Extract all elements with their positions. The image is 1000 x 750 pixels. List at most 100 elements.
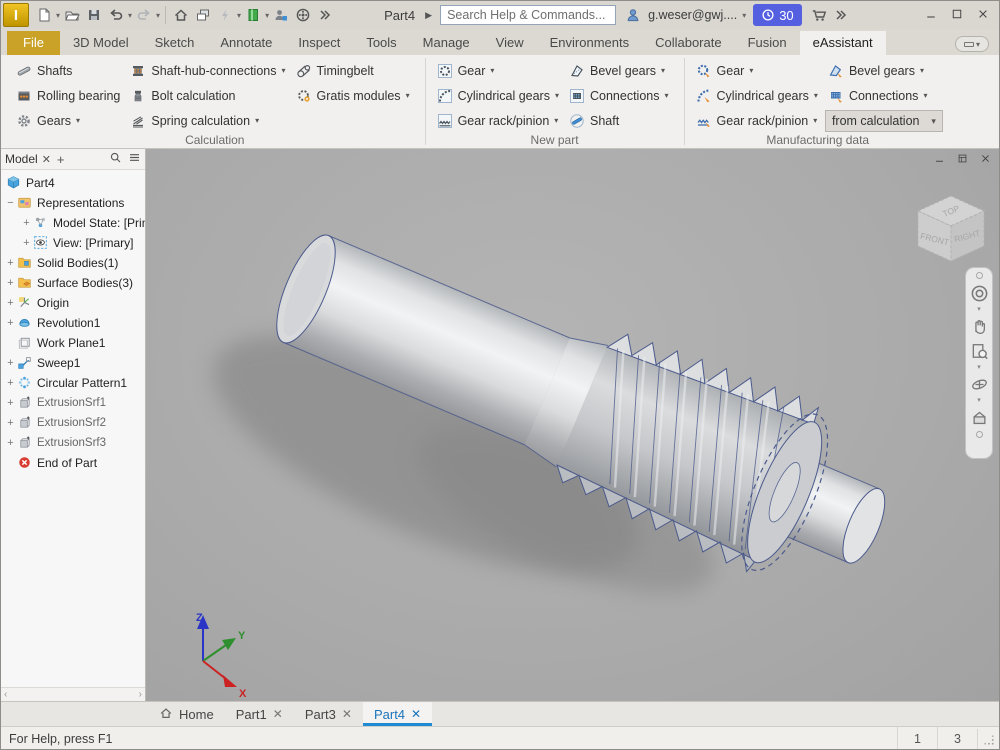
more-commands-icon[interactable] (314, 4, 336, 26)
navbar-top-dot-icon[interactable] (976, 272, 983, 279)
expander-plus-icon[interactable]: + (4, 417, 17, 429)
zoom-caret-icon[interactable]: ▾ (977, 365, 981, 370)
account-caret-icon[interactable]: ▾ (742, 11, 746, 20)
browser-horizontal-scrollbar[interactable]: ‹ › (1, 687, 145, 701)
ribbon-button-shaft[interactable]: Shaft (566, 108, 676, 133)
ribbon-button-bevel-gears[interactable]: Bevel gears▾ (566, 58, 676, 83)
expander-plus-icon[interactable]: + (4, 297, 17, 309)
document-restore-icon[interactable] (957, 152, 968, 167)
expander-plus-icon[interactable]: + (4, 437, 17, 449)
tree-item-part4[interactable]: Part4 (1, 173, 145, 193)
viewport-canvas[interactable]: TOP FRONT RIGHT Z Y X (146, 149, 999, 701)
expander-plus-icon[interactable]: + (4, 257, 17, 269)
home-icon[interactable] (170, 4, 192, 26)
ribbon-button-from-calculation[interactable]: from calculation▾ (825, 110, 943, 132)
expander-plus-icon[interactable]: + (20, 217, 33, 229)
navwheel-caret-icon[interactable]: ▾ (977, 307, 981, 312)
ribbon-button-gears[interactable]: Gears▾ (13, 108, 127, 133)
browser-search-icon[interactable] (109, 151, 122, 167)
tree-item-circular-pattern1[interactable]: +Circular Pattern1 (1, 373, 145, 393)
new-file-icon[interactable] (33, 4, 55, 26)
trial-clock-badge[interactable]: 30 (753, 4, 801, 26)
expander-plus-icon[interactable]: + (20, 237, 33, 249)
material-icon[interactable] (242, 4, 264, 26)
document-tab-home[interactable]: Home (148, 702, 225, 726)
expander-plus-icon[interactable]: + (4, 357, 17, 369)
document-minimize-icon[interactable] (934, 152, 945, 167)
tree-item-view-primary[interactable]: +View: [Primary] (1, 233, 145, 253)
update-lightning-icon[interactable] (214, 4, 236, 26)
tree-item-extrusionsrf3[interactable]: +ExtrusionSrf3 (1, 433, 145, 453)
tree-item-model-state-prim[interactable]: +Model State: [Prim (1, 213, 145, 233)
orbit-caret-icon[interactable]: ▾ (977, 398, 981, 403)
ribbon-button-shaft-hub-connections[interactable]: Shaft-hub-connections▾ (127, 58, 292, 83)
account-person-icon[interactable] (622, 4, 644, 26)
orbit-icon[interactable] (968, 373, 990, 395)
expander-plus-icon[interactable]: + (4, 277, 17, 289)
browser-menu-icon[interactable] (128, 151, 141, 167)
navbar-bottom-dot-icon[interactable] (976, 431, 983, 438)
update-caret-icon[interactable]: ▾ (237, 11, 241, 20)
account-name[interactable]: g.weser@gwj.... (648, 8, 737, 22)
tree-item-revolution1[interactable]: +Revolution1 (1, 313, 145, 333)
ribbon-tab-fusion[interactable]: Fusion (735, 31, 800, 55)
redo-caret-icon[interactable]: ▾ (156, 11, 160, 20)
document-close-icon[interactable] (980, 152, 991, 167)
expander-plus-icon[interactable]: + (4, 377, 17, 389)
undo-icon[interactable] (105, 4, 127, 26)
browser-tab-model[interactable]: Model (5, 152, 38, 166)
document-tab-part4[interactable]: Part4✕ (363, 702, 432, 726)
ribbon-tab-3d-model[interactable]: 3D Model (60, 31, 142, 55)
close-button[interactable] (977, 8, 989, 23)
ribbon-tab-manage[interactable]: Manage (410, 31, 483, 55)
tree-item-solid-bodies-1[interactable]: +Solid Bodies(1) (1, 253, 145, 273)
undo-caret-icon[interactable]: ▾ (128, 11, 132, 20)
ribbon-tab-sketch[interactable]: Sketch (142, 31, 208, 55)
ribbon-button-gear[interactable]: Gear▾ (693, 58, 825, 83)
ribbon-button-timingbelt[interactable]: Timingbelt (293, 58, 417, 83)
navigation-wheel-icon[interactable] (968, 282, 990, 304)
ribbon-button-shafts[interactable]: Shafts (13, 58, 127, 83)
tree-item-extrusionsrf2[interactable]: +ExtrusionSrf2 (1, 413, 145, 433)
ribbon-button-connections[interactable]: Connections▾ (566, 83, 676, 108)
ribbon-button-cylindrical-gears[interactable]: Cylindrical gears▾ (434, 83, 566, 108)
tab-close-icon[interactable]: ✕ (273, 707, 283, 721)
tree-item-extrusionsrf1[interactable]: +ExtrusionSrf1 (1, 393, 145, 413)
ribbon-button-gear-rack-pinion[interactable]: Gear rack/pinion▾ (693, 108, 825, 133)
tree-item-representations[interactable]: −Representations (1, 193, 145, 213)
expander-minus-icon[interactable]: − (4, 197, 17, 209)
material-caret-icon[interactable]: ▾ (265, 11, 269, 20)
ribbon-tab-inspect[interactable]: Inspect (285, 31, 353, 55)
new-file-caret-icon[interactable]: ▾ (56, 11, 60, 20)
ribbon-tab-eassistant[interactable]: eAssistant (800, 31, 886, 55)
pan-hand-icon[interactable] (968, 315, 990, 337)
ribbon-button-rolling-bearing[interactable]: Rolling bearing (13, 83, 127, 108)
ribbon-tab-view[interactable]: View (483, 31, 537, 55)
tree-item-surface-bodies-3[interactable]: +Surface Bodies(3) (1, 273, 145, 293)
zoom-icon[interactable] (968, 340, 990, 362)
search-input[interactable] (440, 5, 616, 25)
document-tab-part1[interactable]: Part1✕ (225, 702, 294, 726)
ribbon-button-cylindrical-gears[interactable]: Cylindrical gears▾ (693, 83, 825, 108)
ribbon-button-spring-calculation[interactable]: Spring calculation▾ (127, 108, 292, 133)
switch-windows-icon[interactable] (192, 4, 214, 26)
open-file-icon[interactable] (61, 4, 83, 26)
tree-item-sweep1[interactable]: +Sweep1 (1, 353, 145, 373)
inventor-logo-icon[interactable]: I (3, 3, 29, 27)
tree-item-end-of-part[interactable]: End of Part (1, 453, 145, 473)
tree-item-work-plane1[interactable]: Work Plane1 (1, 333, 145, 353)
expander-plus-icon[interactable]: + (4, 397, 17, 409)
ribbon-button-bevel-gears[interactable]: Bevel gears▾ (825, 58, 943, 83)
scroll-right-icon[interactable]: › (139, 689, 142, 700)
tab-close-icon[interactable]: ✕ (411, 707, 421, 721)
ribbon-tab-environments[interactable]: Environments (537, 31, 642, 55)
expander-plus-icon[interactable]: + (4, 317, 17, 329)
save-icon[interactable] (83, 4, 105, 26)
ribbon-button-connections[interactable]: Connections▾ (825, 83, 943, 108)
view-cube[interactable]: TOP FRONT RIGHT (918, 196, 984, 261)
minimize-button[interactable] (925, 8, 937, 23)
redo-icon[interactable] (133, 4, 155, 26)
ribbon-button-bolt-calculation[interactable]: Bolt calculation (127, 83, 292, 108)
title-expand-icon[interactable]: ▶ (425, 10, 432, 21)
resize-grip-icon[interactable] (977, 729, 999, 750)
